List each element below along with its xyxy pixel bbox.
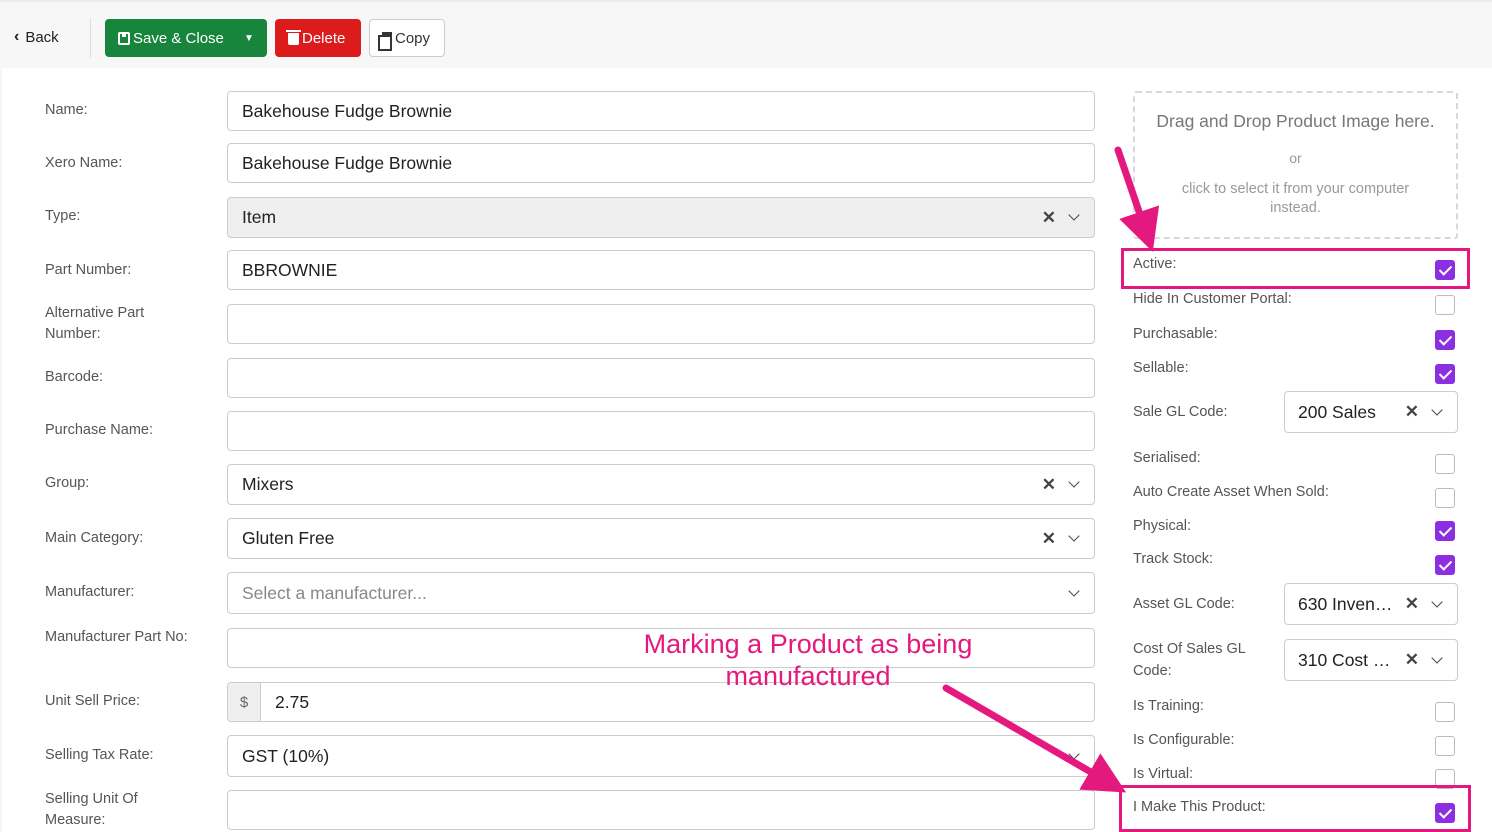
arrow-to-i-make-product [942,684,1127,793]
annotation-arrows [942,146,1160,793]
arrow-to-active [1114,146,1160,252]
